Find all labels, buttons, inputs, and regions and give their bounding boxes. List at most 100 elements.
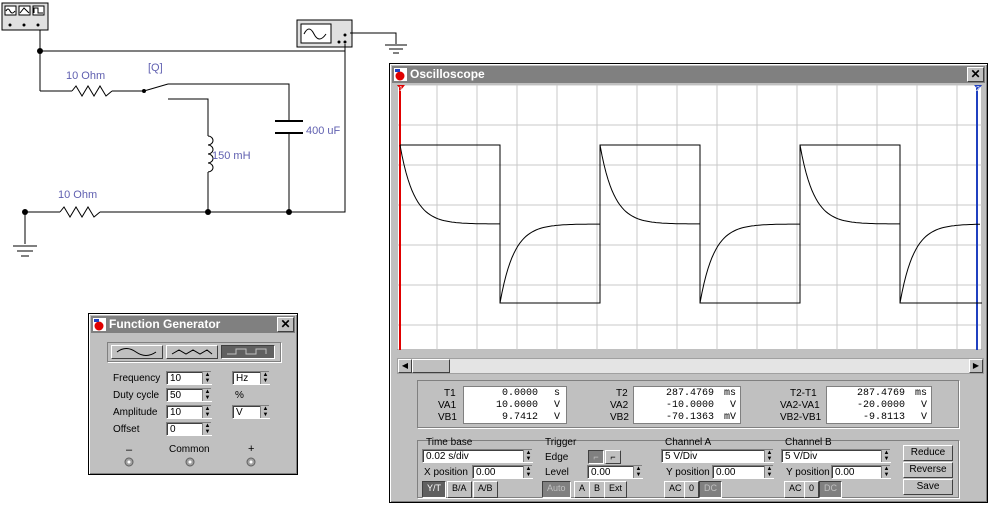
timebase-spinner[interactable]: ▲ ▼ [523, 450, 533, 462]
duty-cycle-label: Duty cycle [113, 390, 160, 401]
offset-label: Offset [113, 424, 140, 435]
channel-a-title: Channel A [665, 437, 712, 448]
channel-a-ypos-label: Y position [666, 467, 710, 478]
channel-b-zero-button[interactable]: 0 [804, 481, 820, 498]
channel-a-scale-select[interactable]: 5 V/Div [661, 449, 774, 463]
timebase-xpos-spinner[interactable]: ▲ ▼ [523, 466, 533, 478]
resistor-r1-label: 10 Ohm [66, 70, 106, 82]
t2-value: 287.4769 [665, 388, 714, 399]
frequency-label: Frequency [113, 373, 161, 384]
cursor-2-label: 2 [976, 86, 980, 93]
dva-label: VA2-VA1 [780, 400, 820, 411]
timebase-select[interactable]: 0.02 s/div [422, 449, 533, 463]
oscilloscope-instrument-icon[interactable] [296, 19, 353, 48]
frequency-unit-spinner[interactable]: ▲ ▼ [260, 372, 270, 384]
yt-mode-button[interactable]: Y/T [422, 481, 447, 498]
dvb-label: VB2-VB1 [780, 412, 822, 423]
vb2-value: -70.1363 [665, 412, 714, 423]
close-icon: ✕ [970, 67, 981, 81]
close-button[interactable]: ✕ [967, 67, 984, 82]
trigger-title: Trigger [545, 437, 577, 448]
resistor-r2-label: 10 Ohm [58, 189, 98, 201]
t1-label: T1 [444, 388, 456, 399]
triangle-wave-button[interactable] [166, 345, 218, 359]
channel-b-scale-select[interactable]: 5 V/Div [781, 449, 891, 463]
arrow-left-icon: ◀ [401, 361, 409, 370]
vb1-label: VB1 [438, 412, 457, 423]
square-wave-button[interactable] [221, 345, 275, 359]
trigger-edge-label: Edge [545, 452, 569, 463]
oscilloscope-titlebar[interactable]: Oscilloscope [392, 66, 985, 83]
channel-a-scale-spinner[interactable]: ▲ ▼ [764, 450, 774, 462]
falling-edge-icon: ⌐ [610, 452, 616, 462]
va2-label: VA2 [610, 400, 629, 411]
trigger-auto-button[interactable]: Auto [542, 481, 571, 498]
plus-terminal[interactable] [246, 457, 256, 467]
square-icon [227, 348, 267, 355]
ba-mode-button[interactable]: B/A [447, 481, 472, 498]
t2-unit: ms [723, 388, 736, 399]
channel-a-dc-button[interactable]: DC [699, 481, 722, 498]
channel-b-scale-spinner[interactable]: ▲ ▼ [881, 450, 891, 462]
dva-unit: V [920, 400, 927, 411]
rising-edge-icon: ⌐ [593, 452, 599, 462]
channel-b-dc-button[interactable]: DC [819, 481, 842, 498]
scroll-right-button[interactable]: ▶ [969, 359, 983, 373]
va1-label: VA1 [438, 400, 457, 411]
timebase-group: Time base 0.02 s/div ▲ ▼ X position 0.00 … [419, 437, 537, 498]
timebase-xpos-label: X position [424, 467, 468, 478]
t1-readout-box: 0.0000 s 10.0000 V 9.7412 V [463, 386, 567, 424]
dt-readout-box: 287.4769 ms -20.0000 V -9.8113 V [826, 386, 932, 424]
trigger-b-button[interactable]: B [589, 481, 606, 498]
function-generator-titlebar[interactable]: Function Generator [91, 316, 295, 333]
va1-value: 10.0000 [495, 400, 538, 411]
trigger-ext-button[interactable]: Ext [604, 481, 628, 498]
rising-edge-button[interactable]: ⌐ [588, 450, 604, 464]
triangle-icon [171, 349, 213, 355]
app-icon [394, 68, 407, 81]
channel-a-ypos-spinner[interactable]: ▲ ▼ [764, 466, 774, 478]
duty-cycle-spinner[interactable]: ▲ ▼ [202, 389, 212, 401]
common-terminal-label: Common [169, 444, 210, 455]
dvb-unit: V [920, 412, 927, 423]
va2-value: -10.0000 [665, 400, 714, 411]
trigger-level-label: Level [545, 467, 569, 478]
function-generator-title: Function Generator [109, 317, 221, 331]
t2-readout-box: 287.4769 ms -10.0000 V -70.1363 mV [633, 386, 741, 424]
vb2-label: VB2 [610, 412, 629, 423]
waveform-selector [107, 342, 281, 362]
timebase-title: Time base [426, 437, 473, 448]
minus-terminal[interactable] [124, 457, 134, 467]
trigger-level-spinner[interactable]: ▲ ▼ [633, 466, 643, 478]
reduce-button[interactable]: Reduce [903, 445, 953, 461]
channel-b-group: Channel B 5 V/Div ▲ ▼ Y position 0.00 ▲ ▼ … [781, 437, 897, 498]
close-button[interactable]: ✕ [277, 317, 294, 332]
sine-icon [116, 348, 157, 356]
sine-wave-button[interactable] [111, 345, 163, 359]
channel-a-zero-button[interactable]: 0 [684, 481, 700, 498]
offset-spinner[interactable]: ▲ ▼ [202, 423, 212, 435]
switch-label: [Q] [148, 62, 163, 74]
falling-edge-button[interactable]: ⌐ [605, 450, 621, 464]
dt-label: T2-T1 [790, 388, 817, 399]
channel-b-ypos-spinner[interactable]: ▲ ▼ [881, 466, 891, 478]
duty-cycle-unit: % [235, 390, 244, 401]
ab-mode-button[interactable]: A/B [473, 481, 498, 498]
reverse-button[interactable]: Reverse [903, 462, 953, 478]
scroll-thumb[interactable] [412, 359, 450, 373]
va2-unit: V [729, 400, 736, 411]
function-generator-window: Function Generator ✕ Frequency 10 ▲ ▼ Hz … [88, 313, 298, 475]
scroll-left-button[interactable]: ◀ [398, 359, 412, 373]
amplitude-unit-spinner[interactable]: ▲ ▼ [260, 406, 270, 418]
trigger-a-button[interactable]: A [574, 481, 591, 498]
horizontal-scrollbar[interactable]: ◀ ▶ [397, 358, 984, 374]
frequency-spinner[interactable]: ▲ ▼ [202, 372, 212, 384]
dt-unit: ms [914, 388, 927, 399]
common-terminal[interactable] [185, 457, 195, 467]
t2-label: T2 [616, 388, 628, 399]
dt-value: 287.4769 [856, 388, 905, 399]
save-button[interactable]: Save [903, 479, 953, 495]
amplitude-spinner[interactable]: ▲ ▼ [202, 406, 212, 418]
dvb-value: -9.8113 [862, 412, 905, 423]
function-generator-instrument-icon[interactable] [1, 2, 49, 31]
